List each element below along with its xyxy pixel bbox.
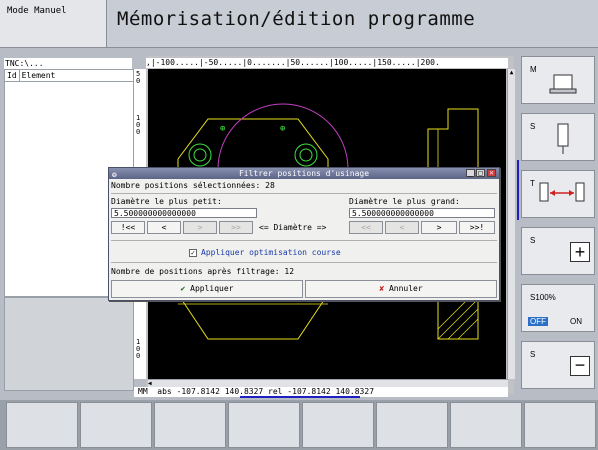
plus-icon: + [570, 242, 590, 262]
path-bar: TNC:\... [4, 58, 132, 69]
bottom-softkey-1[interactable] [6, 402, 78, 448]
check-icon: ✔ [180, 284, 186, 293]
max-prev-button[interactable]: < [385, 221, 419, 234]
override-percent: S100% [530, 293, 556, 302]
tree-header: Id Element [5, 70, 133, 82]
softkey-spindle-plus[interactable]: S + [521, 227, 595, 275]
cancel-button-label: Annuler [388, 284, 423, 293]
softkey-s-label: S [530, 122, 536, 131]
maximize-icon[interactable]: □ [476, 169, 485, 177]
minimize-icon[interactable]: _ [466, 169, 475, 177]
dialog-titlebar[interactable]: ❂ Filtrer positions d'usinage _ □ × [109, 168, 499, 179]
properties-panel [4, 297, 134, 391]
page-title: Mémorisation/édition programme [107, 0, 598, 48]
min-prev-button[interactable]: < [147, 221, 181, 234]
apply-button[interactable]: ✔ Appliquer [111, 280, 303, 298]
max-first-button[interactable]: << [349, 221, 383, 234]
bottom-softkey-3[interactable] [154, 402, 226, 448]
tool-change-icon [539, 182, 585, 202]
override-on[interactable]: ON [570, 317, 582, 326]
mode-label: Mode Manuel [7, 6, 67, 16]
softkey-t-label: T [530, 179, 535, 188]
diameter-range-label: <= Diamètre => [259, 223, 327, 232]
min-first-button[interactable]: !<< [111, 221, 145, 234]
cancel-x-icon: ✘ [379, 284, 385, 293]
coord-progress-line [240, 396, 360, 398]
softkey-row-indicator [517, 160, 519, 220]
bottom-softkey-6[interactable] [376, 402, 448, 448]
max-diameter-label: Diamètre le plus grand: [349, 197, 460, 206]
filter-positions-dialog: ❂ Filtrer positions d'usinage _ □ × Nomb… [108, 167, 500, 301]
bottom-softkey-2[interactable] [80, 402, 152, 448]
ruler-left-label-top: 50 [136, 70, 141, 85]
column-id[interactable]: Id [5, 70, 20, 81]
bottom-softkey-7[interactable] [450, 402, 522, 448]
softkey-s-plus-label: S [530, 236, 536, 245]
ruler-left-label-mid: 100 [136, 114, 141, 136]
softkey-t-tool-call[interactable]: T [521, 170, 595, 218]
max-next-button[interactable]: > [421, 221, 457, 234]
svg-text:⊕: ⊕ [220, 124, 225, 134]
softkey-s-minus-label: S [530, 350, 536, 359]
optimize-option[interactable]: ✓ Appliquer optimisation course [189, 248, 341, 257]
softkey-spindle-minus[interactable]: S − [521, 341, 595, 389]
app-icon: ❂ [112, 170, 117, 179]
scroll-left-arrow-icon[interactable]: ◀ [148, 380, 156, 387]
bottom-softkey-5[interactable] [302, 402, 374, 448]
softkey-s-spindle[interactable]: S [521, 113, 595, 161]
divider [111, 240, 497, 241]
min-next-button[interactable]: > [183, 221, 217, 234]
ruler-top: ,|-100.....|-50.....|0.......|50......|1… [146, 58, 508, 68]
spindle-icon [549, 74, 577, 94]
divider [111, 262, 497, 263]
minus-icon: − [570, 356, 590, 376]
override-off[interactable]: OFF [528, 317, 548, 326]
softkey-m-label: M [530, 65, 537, 74]
apply-button-label: Appliquer [190, 284, 234, 293]
softkey-m-function[interactable]: M [521, 56, 595, 104]
vertical-scrollbar[interactable]: ▲ [507, 69, 515, 379]
dialog-title: Filtrer positions d'usinage [238, 169, 370, 178]
max-diameter-field[interactable]: 5.500000000000000 [349, 208, 495, 218]
divider [111, 193, 497, 194]
page-title-text: Mémorisation/édition programme [117, 8, 476, 30]
softkey-spindle-override[interactable]: S100% OFF ON [521, 284, 595, 332]
path-text: TNC:\... [5, 59, 44, 68]
close-icon[interactable]: × [487, 169, 496, 177]
selected-count: Nombre positions sélectionnées: 28 [111, 181, 275, 190]
scroll-up-arrow-icon[interactable]: ▲ [508, 69, 515, 77]
min-diameter-field[interactable]: 5.500000000000000 [111, 208, 257, 218]
bottom-softkey-8[interactable] [524, 402, 596, 448]
tool-icon [557, 123, 569, 154]
optimize-checkbox[interactable]: ✓ [189, 248, 197, 257]
svg-text:⊕: ⊕ [280, 124, 285, 134]
cancel-button[interactable]: ✘ Annuler [305, 280, 497, 298]
mode-indicator: Mode Manuel [0, 0, 107, 48]
column-element[interactable]: Element [20, 70, 58, 81]
min-diameter-label: Diamètre le plus petit: [111, 197, 222, 206]
bottom-softkey-4[interactable] [228, 402, 300, 448]
after-filter-count: Nombre de positions après filtrage: 12 [111, 267, 295, 276]
optimize-label: Appliquer optimisation course [201, 248, 341, 257]
min-last-button[interactable]: >> [219, 221, 253, 234]
max-last-button[interactable]: >>! [459, 221, 495, 234]
horizontal-scrollbar[interactable]: ◀ [148, 379, 508, 387]
ruler-left-label-bottom: 100 [136, 338, 141, 360]
